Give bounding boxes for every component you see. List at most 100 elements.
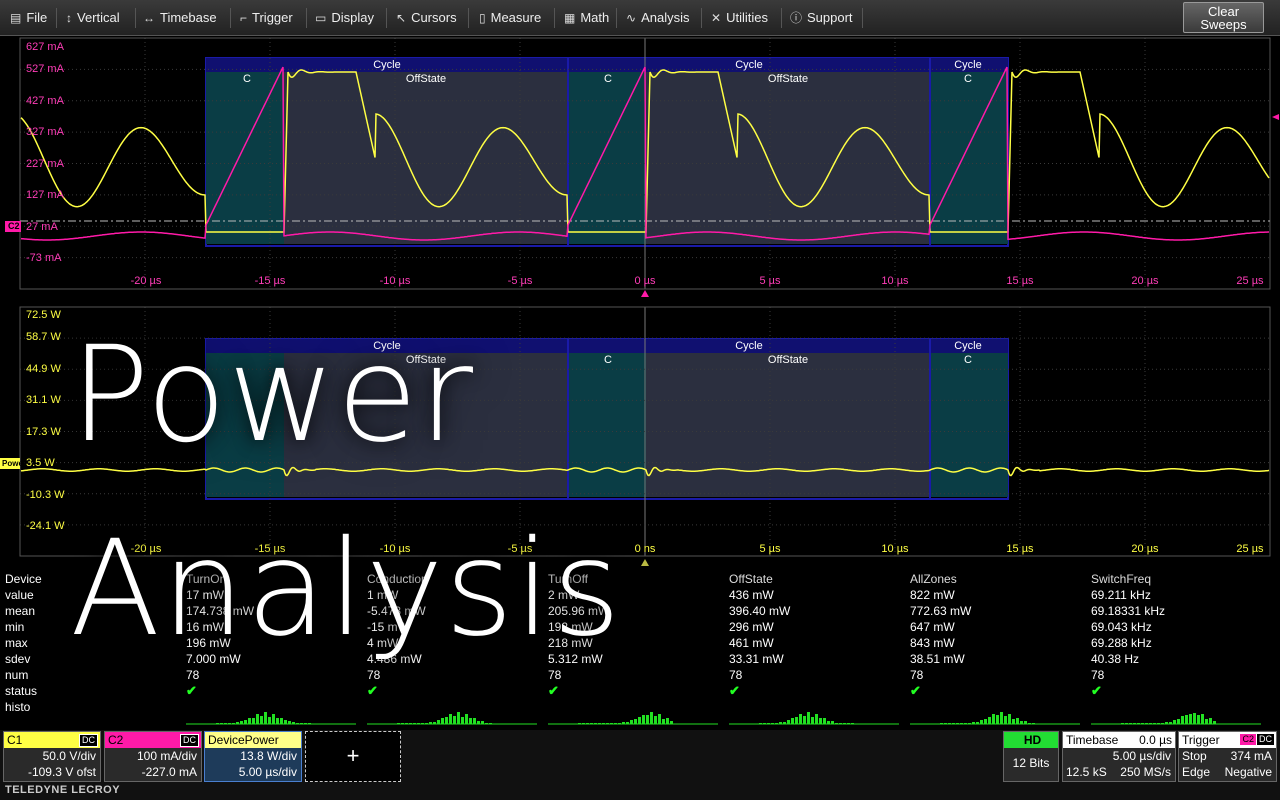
column-header[interactable]: SwitchFreq: [1091, 572, 1151, 586]
cell-mean: 396.40 mW: [729, 604, 791, 618]
c1-descriptor[interactable]: C1 DC 50.0 V/div -109.3 V ofst: [3, 731, 101, 782]
histogram-bar: [461, 717, 464, 724]
histogram-bar: [1141, 723, 1144, 724]
histogram-bar: [630, 720, 633, 724]
histogram-bar: [417, 723, 420, 724]
x-tick-label: 10 µs: [881, 543, 909, 555]
descriptor-bar: C1 DC 50.0 V/div -109.3 V ofst C2 DC 100…: [0, 730, 1280, 800]
histogram-bar: [972, 722, 975, 724]
zone-label: OffState: [767, 354, 809, 366]
histogram-bar: [654, 716, 657, 724]
histogram-bar: [469, 718, 472, 724]
histogram-bar: [763, 723, 766, 724]
trigger-title: Trigger: [1182, 733, 1220, 747]
histogram-bar: [304, 723, 307, 724]
histogram-bar: [642, 715, 645, 724]
histogram-bar: [634, 719, 637, 724]
zone-label: OffState: [405, 354, 447, 366]
cell-sdev: 5.312 mW: [548, 652, 603, 666]
x-tick-label: 5 µs: [759, 543, 781, 555]
row-label: sdev: [5, 652, 31, 666]
measurement-table[interactable]: Device value mean min max sdev num statu…: [0, 570, 1280, 730]
histogram-bar: [976, 722, 979, 724]
histogram-bar: [670, 721, 673, 724]
timebase-delay: 0.0 µs: [1139, 733, 1172, 747]
device-power-vdiv: 13.8 W/div: [240, 749, 297, 763]
device-power-descriptor[interactable]: DevicePower 13.8 W/div 5.00 µs/div: [204, 731, 302, 782]
histogram-bar: [578, 723, 581, 724]
histogram-bar: [1020, 721, 1023, 724]
histogram-bar: [1209, 718, 1212, 724]
y-tick-label: 31.1 W: [26, 394, 61, 406]
x-tick-label: -5 µs: [507, 543, 533, 555]
histogram-bar: [1189, 714, 1192, 724]
cell-min: 296 mW: [729, 620, 774, 634]
y-tick-label: -10.3 W: [26, 489, 65, 501]
histogram-bar: [759, 723, 762, 724]
device-power-tdiv: 5.00 µs/div: [238, 765, 297, 779]
trigger-position-marker[interactable]: [641, 559, 649, 566]
c1-coupling-badge: DC: [79, 734, 98, 747]
column-header[interactable]: OffState: [729, 572, 773, 586]
histogram-bar: [1008, 714, 1011, 724]
cell-max: 218 mW: [548, 636, 593, 650]
cell-value: 436 mW: [729, 588, 774, 602]
cell-num: 78: [1091, 668, 1105, 682]
histogram-bar: [1193, 713, 1196, 724]
histogram-bar: [992, 714, 995, 724]
histogram-bar: [449, 714, 452, 724]
cell-value: 822 mW: [910, 588, 955, 602]
scope-screen: ▤ File ↕ Vertical ↔ Timebase ⌐ Trigger ▭ Disp…: [0, 0, 1280, 800]
timebase-descriptor[interactable]: Timebase 0.0 µs 5.00 µs/div 12.5 kS 250 …: [1062, 731, 1176, 782]
histogram-bar: [1000, 712, 1003, 724]
zone-turnon: [206, 353, 284, 497]
cell-num: 78: [186, 668, 200, 682]
zone-label: C: [604, 354, 612, 366]
histogram-bar: [296, 723, 299, 724]
row-label: histo: [5, 700, 31, 714]
add-trace-button[interactable]: +: [305, 731, 401, 782]
histogram-bar: [960, 723, 963, 724]
histogram-bar: [437, 720, 440, 724]
histogram-bar: [228, 723, 231, 724]
histogram-bar: [280, 718, 283, 724]
timebase-samples: 12.5 kS: [1066, 765, 1107, 779]
column-header[interactable]: TurnOn: [186, 572, 226, 586]
histogram-bar: [429, 722, 432, 724]
histogram-bar: [988, 717, 991, 724]
cell-max: 4 mW: [367, 636, 399, 650]
histogram-bar: [264, 712, 267, 724]
timebase-rate: 250 MS/s: [1120, 765, 1171, 779]
histogram-bar: [1177, 719, 1180, 724]
x-tick-label: 25 µs: [1236, 543, 1264, 555]
c2-descriptor[interactable]: C2 DC 100 mA/div -227.0 mA: [104, 731, 202, 782]
histogram-bar: [1153, 723, 1156, 724]
zone-label: Cycle: [373, 340, 401, 352]
trigger-descriptor[interactable]: Trigger C2 DC Stop 374 mA Edge Negative: [1178, 731, 1277, 782]
cell-min: 16 mW: [186, 620, 225, 634]
histogram-bar: [481, 721, 484, 724]
zone-label: Cycle: [954, 340, 982, 352]
histogram-bar: [964, 723, 967, 724]
histogram-bar: [795, 717, 798, 724]
histogram-bar: [779, 722, 782, 724]
column-header[interactable]: TurnOff: [548, 572, 588, 586]
power-channel-tag[interactable]: Power: [0, 458, 28, 469]
histogram-bar: [397, 723, 400, 724]
histogram-bar: [413, 723, 416, 724]
column-header[interactable]: Conduction: [367, 572, 428, 586]
c1-vdiv: 50.0 V/div: [42, 749, 96, 763]
hd-descriptor[interactable]: HD 12 Bits: [1003, 731, 1059, 782]
histogram-bar: [1213, 721, 1216, 724]
cell-value: 2 mW: [548, 588, 580, 602]
histogram-bar: [586, 723, 589, 724]
histogram-bar: [807, 712, 810, 724]
column-header[interactable]: AllZones: [910, 572, 957, 586]
histogram-bar: [1169, 722, 1172, 724]
status-check-icon: ✔: [548, 683, 559, 698]
cell-max: 461 mW: [729, 636, 774, 650]
hd-bits: 12 Bits: [1012, 756, 1050, 770]
row-label: min: [5, 620, 25, 634]
histogram-bar: [614, 723, 617, 724]
row-label: num: [5, 668, 29, 682]
